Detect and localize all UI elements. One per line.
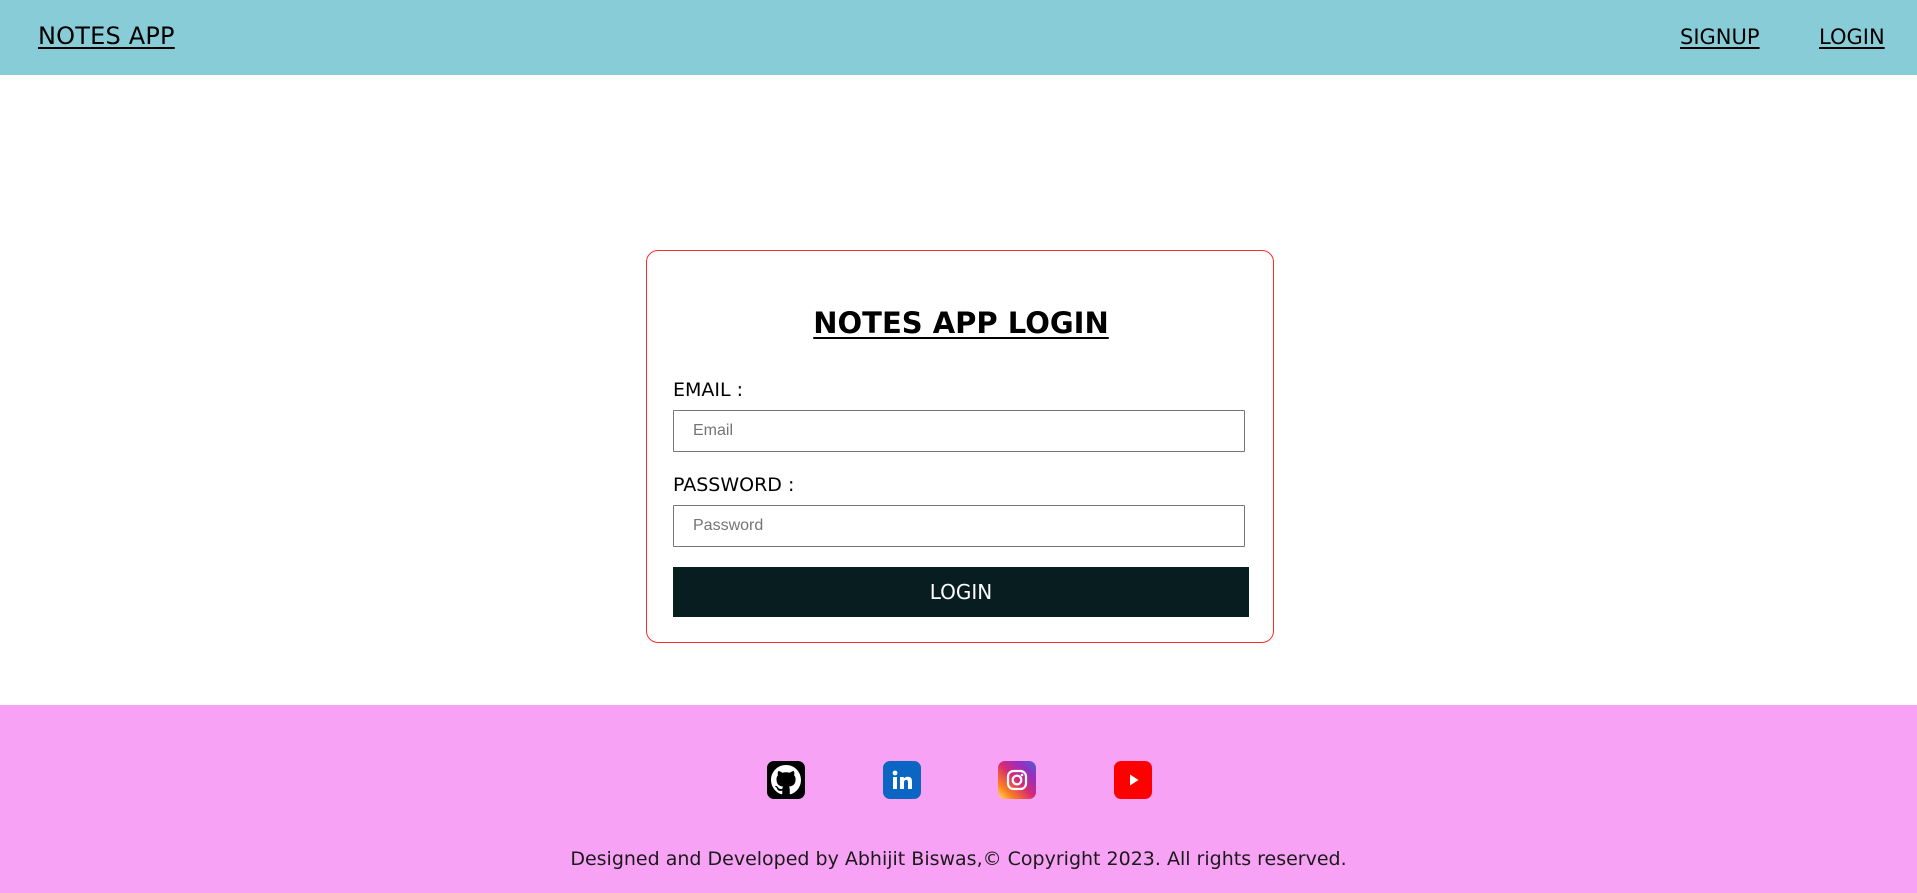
login-card: NOTES APP LOGIN EMAIL : PASSWORD : LOGIN — [646, 250, 1274, 643]
github-icon[interactable] — [767, 761, 805, 799]
login-button[interactable]: LOGIN — [673, 567, 1249, 617]
linkedin-icon-glyph — [892, 770, 912, 789]
instagram-icon-glyph — [1006, 769, 1028, 791]
navbar: NOTES APP SIGNUP LOGIN — [0, 0, 1917, 75]
youtube-icon-glyph — [1130, 774, 1139, 786]
instagram-icon[interactable] — [998, 761, 1036, 799]
nav-signup-link[interactable]: SIGNUP — [1680, 25, 1760, 49]
password-input[interactable] — [673, 505, 1245, 547]
footer-copyright: Designed and Developed by Abhijit Biswas… — [570, 848, 1347, 870]
linkedin-icon[interactable] — [883, 761, 921, 799]
footer: Designed and Developed by Abhijit Biswas… — [0, 705, 1917, 893]
nav-login-link[interactable]: LOGIN — [1819, 25, 1885, 49]
email-input[interactable] — [673, 410, 1245, 452]
brand-link[interactable]: NOTES APP — [38, 22, 175, 50]
github-icon-glyph — [771, 765, 801, 795]
password-label: PASSWORD : — [673, 474, 795, 496]
youtube-icon[interactable] — [1114, 761, 1152, 799]
email-label: EMAIL : — [673, 379, 744, 401]
login-title: NOTES APP LOGIN — [813, 306, 1109, 340]
